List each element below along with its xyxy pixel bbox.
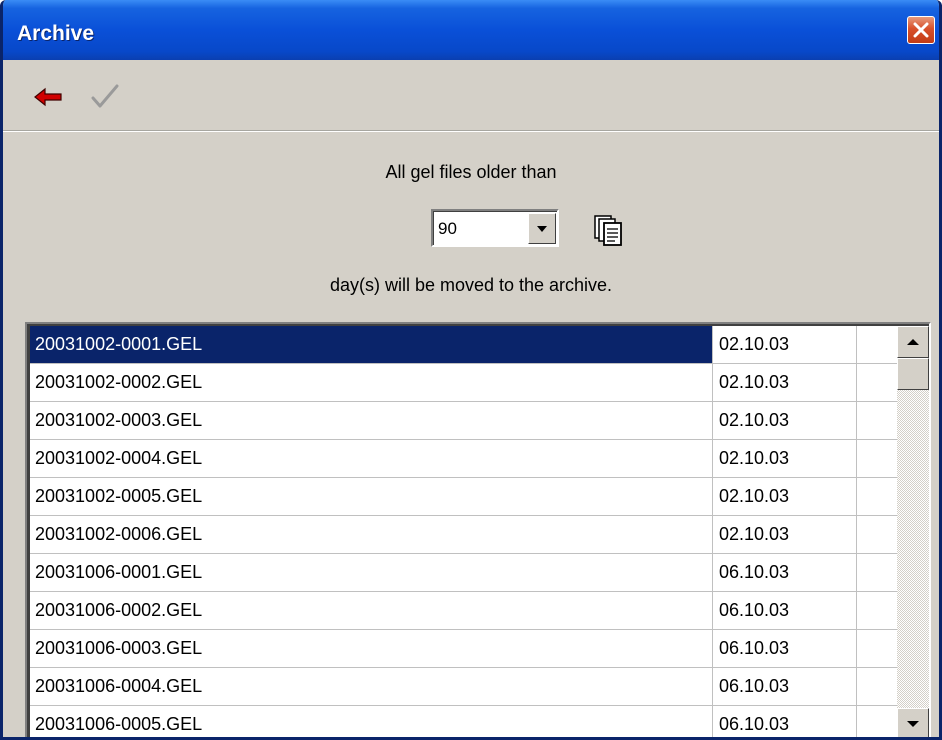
file-row[interactable]: 20031006-0005.GEL 06.10.03 <box>30 706 898 737</box>
toolbar <box>3 60 939 132</box>
scroll-up-icon <box>907 339 919 345</box>
scroll-thumb[interactable] <box>897 358 929 390</box>
close-icon <box>913 22 929 38</box>
file-row[interactable]: 20031006-0003.GEL 06.10.03 <box>30 630 898 668</box>
days-dropdown-button[interactable] <box>528 213 556 244</box>
file-extra-cell <box>857 630 898 667</box>
file-date-cell: 02.10.03 <box>713 326 857 363</box>
file-row[interactable]: 20031006-0002.GEL 06.10.03 <box>30 592 898 630</box>
file-extra-cell <box>857 364 898 401</box>
file-date-cell: 06.10.03 <box>713 706 857 737</box>
file-name-cell: 20031006-0002.GEL <box>30 592 713 629</box>
checkmark-icon <box>91 84 119 108</box>
copy-pages-icon <box>594 215 622 246</box>
file-extra-cell <box>857 440 898 477</box>
toolbar-separator <box>3 130 939 132</box>
days-select[interactable]: 90 <box>431 209 559 247</box>
file-extra-cell <box>857 326 898 363</box>
file-date-cell: 02.10.03 <box>713 478 857 515</box>
window-title: Archive <box>17 22 95 45</box>
back-arrow-icon <box>34 87 62 107</box>
file-name-cell: 20031002-0005.GEL <box>30 478 713 515</box>
scroll-up-button[interactable] <box>897 326 929 358</box>
title-bar[interactable]: Archive <box>3 0 939 60</box>
file-name-cell: 20031002-0001.GEL <box>30 326 713 363</box>
scroll-down-icon <box>907 721 919 727</box>
file-extra-cell <box>857 516 898 553</box>
file-extra-cell <box>857 478 898 515</box>
file-extra-cell <box>857 554 898 591</box>
file-row[interactable]: 20031002-0004.GEL 02.10.03 <box>30 440 898 478</box>
file-name-cell: 20031002-0004.GEL <box>30 440 713 477</box>
file-date-cell: 06.10.03 <box>713 592 857 629</box>
file-name-cell: 20031006-0001.GEL <box>30 554 713 591</box>
archive-window: Archive All gel files older than 90 day(… <box>0 0 942 740</box>
file-name-cell: 20031006-0003.GEL <box>30 630 713 667</box>
file-name-cell: 20031002-0003.GEL <box>30 402 713 439</box>
file-extra-cell <box>857 706 898 737</box>
file-date-cell: 02.10.03 <box>713 440 857 477</box>
file-rows: 20031002-0001.GEL 02.10.03 20031002-0002.G… <box>30 326 898 737</box>
file-extra-cell <box>857 402 898 439</box>
file-row[interactable]: 20031002-0001.GEL 02.10.03 <box>30 326 898 364</box>
file-row[interactable]: 20031002-0005.GEL 02.10.03 <box>30 478 898 516</box>
file-name-cell: 20031006-0005.GEL <box>30 706 713 737</box>
file-date-cell: 06.10.03 <box>713 554 857 591</box>
back-button[interactable] <box>31 82 67 112</box>
file-date-cell: 02.10.03 <box>713 402 857 439</box>
file-date-cell: 06.10.03 <box>713 668 857 705</box>
prompt-line-1: All gel files older than <box>385 162 557 182</box>
file-date-cell: 02.10.03 <box>713 516 857 553</box>
file-name-cell: 20031002-0002.GEL <box>30 364 713 401</box>
file-extra-cell <box>857 668 898 705</box>
file-row[interactable]: 20031006-0001.GEL 06.10.03 <box>30 554 898 592</box>
vertical-scrollbar[interactable] <box>897 326 929 737</box>
file-row[interactable]: 20031002-0002.GEL 02.10.03 <box>30 364 898 402</box>
file-row[interactable]: 20031002-0003.GEL 02.10.03 <box>30 402 898 440</box>
file-list[interactable]: 20031002-0001.GEL 02.10.03 20031002-0002.G… <box>25 322 931 737</box>
file-extra-cell <box>857 592 898 629</box>
file-row[interactable]: 20031006-0004.GEL 06.10.03 <box>30 668 898 706</box>
prompt-line-2: day(s) will be moved to the archive. <box>329 275 613 295</box>
close-button[interactable] <box>907 16 935 44</box>
file-date-cell: 06.10.03 <box>713 630 857 667</box>
ok-button[interactable] <box>87 82 123 112</box>
file-date-cell: 02.10.03 <box>713 364 857 401</box>
days-value: 90 <box>438 219 457 238</box>
file-row[interactable]: 20031002-0006.GEL 02.10.03 <box>30 516 898 554</box>
file-name-cell: 20031006-0004.GEL <box>30 668 713 705</box>
scroll-down-button[interactable] <box>897 708 929 737</box>
file-name-cell: 20031002-0006.GEL <box>30 516 713 553</box>
chevron-down-icon <box>537 225 547 232</box>
copy-button[interactable] <box>591 212 627 248</box>
